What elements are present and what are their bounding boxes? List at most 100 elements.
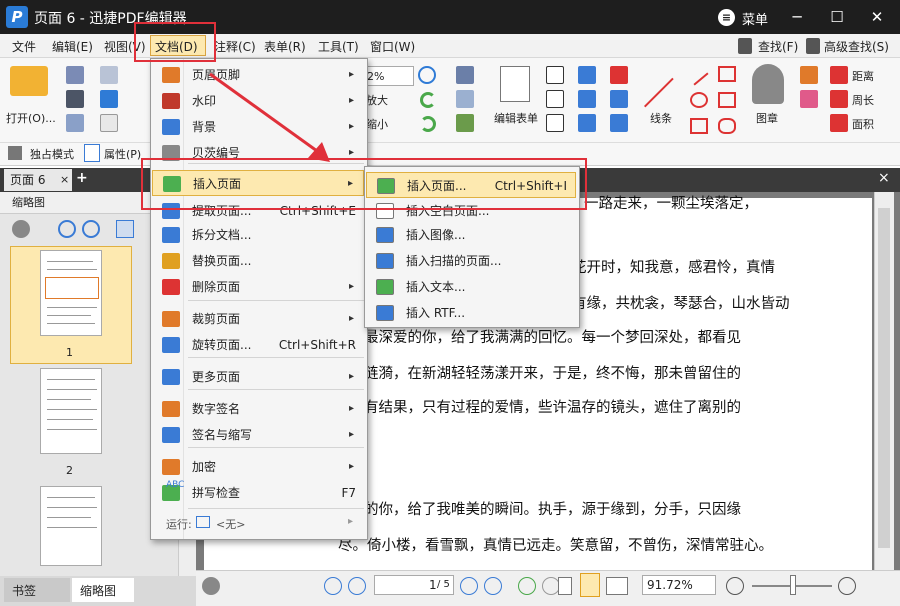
doc-menu-item[interactable]: 加密 ▸ bbox=[152, 454, 364, 480]
callout-icon[interactable] bbox=[546, 114, 564, 132]
thumbnail-page-1[interactable] bbox=[40, 250, 102, 336]
perimeter-icon[interactable] bbox=[830, 90, 848, 108]
prev-page-icon[interactable] bbox=[348, 577, 366, 595]
close-all-tabs-icon[interactable]: × bbox=[878, 170, 890, 186]
tab-close-icon[interactable]: × bbox=[60, 169, 69, 191]
single-page-icon[interactable] bbox=[558, 577, 572, 595]
scroll-thumb[interactable] bbox=[878, 208, 890, 548]
zoom-slider-handle[interactable] bbox=[790, 575, 796, 595]
note-icon[interactable] bbox=[610, 66, 628, 84]
find-icon[interactable] bbox=[738, 38, 752, 54]
advanced-find-icon[interactable] bbox=[806, 38, 820, 54]
insert-submenu-item[interactable]: 插入文本... bbox=[366, 274, 576, 300]
tab-bookmarks[interactable]: 书签 bbox=[4, 578, 70, 602]
arrow-icon[interactable] bbox=[693, 72, 709, 86]
zoom-out-status-icon[interactable] bbox=[726, 577, 744, 595]
select-icon[interactable] bbox=[456, 66, 474, 84]
print-icon[interactable] bbox=[66, 90, 84, 108]
zoom-in-label[interactable]: 放大 bbox=[366, 92, 388, 108]
page-number-input[interactable]: 1 / 5 bbox=[374, 575, 454, 595]
doc-menu-item[interactable]: 替换页面... bbox=[152, 248, 364, 274]
zoom-out-label[interactable]: 缩小 bbox=[366, 116, 388, 132]
continuous-page-icon[interactable] bbox=[580, 573, 600, 597]
text-field-icon[interactable] bbox=[546, 66, 564, 84]
zoom-select[interactable]: 2% bbox=[362, 66, 414, 86]
rotate-thumb-icon[interactable] bbox=[116, 220, 134, 238]
insert-submenu-item[interactable]: 插入 RTF... bbox=[366, 300, 576, 326]
area-label[interactable]: 面积 bbox=[852, 116, 874, 132]
zoom-in-icon[interactable] bbox=[418, 66, 436, 84]
eraser-icon[interactable] bbox=[800, 90, 818, 108]
new-doc-icon[interactable] bbox=[100, 114, 118, 132]
distance-label[interactable]: 距离 bbox=[852, 68, 874, 84]
menu-tools[interactable]: 工具(T) bbox=[318, 38, 359, 55]
properties-icon[interactable] bbox=[84, 144, 100, 162]
last-page-icon[interactable] bbox=[484, 577, 502, 595]
menu-comment[interactable]: 注释(C) bbox=[214, 38, 256, 55]
area-icon[interactable] bbox=[830, 114, 848, 132]
insert-submenu-item[interactable]: 插入扫描的页面... bbox=[366, 248, 576, 274]
exclusive-mode-label[interactable]: 独占模式 bbox=[30, 146, 74, 162]
close-button[interactable]: ✕ bbox=[864, 6, 890, 28]
ellipse-icon[interactable] bbox=[690, 92, 708, 108]
perimeter-label[interactable]: 周长 bbox=[852, 92, 874, 108]
zoom-in-status-icon[interactable] bbox=[838, 577, 856, 595]
polygon-icon[interactable] bbox=[718, 66, 736, 82]
doc-menu-item[interactable]: 数字签名 ▸ bbox=[152, 396, 364, 422]
advanced-find-button[interactable]: 高级查找(S) bbox=[824, 38, 889, 55]
pencil-icon[interactable] bbox=[800, 66, 818, 84]
maximize-button[interactable]: ☐ bbox=[824, 6, 850, 28]
doc-menu-item[interactable]: 删除页面 ▸ bbox=[152, 274, 364, 300]
line-icon[interactable] bbox=[644, 77, 674, 108]
doc-menu-item[interactable]: 签名与缩写 ▸ bbox=[152, 422, 364, 448]
menu-icon[interactable]: ≡ bbox=[718, 9, 735, 26]
settings-gear-icon[interactable] bbox=[202, 577, 220, 595]
email-icon[interactable] bbox=[100, 66, 118, 84]
gear-icon[interactable] bbox=[12, 220, 30, 238]
find-button[interactable]: 查找(F) bbox=[758, 38, 798, 55]
doc-menu-item[interactable]: 旋转页面... Ctrl+Shift+R bbox=[152, 332, 364, 358]
zoom-level-select[interactable]: 91.72% bbox=[642, 575, 716, 595]
first-page-icon[interactable] bbox=[324, 577, 342, 595]
menu-button-label[interactable]: 菜单 bbox=[742, 9, 768, 28]
minimize-button[interactable]: ─ bbox=[784, 6, 810, 28]
properties-label[interactable]: 属性(P) bbox=[104, 146, 141, 162]
stamp-icon[interactable] bbox=[752, 64, 784, 104]
strikeout-icon[interactable] bbox=[578, 90, 596, 108]
stamp-label[interactable]: 图章 bbox=[756, 110, 778, 126]
folder-icon[interactable] bbox=[10, 66, 48, 96]
back-icon[interactable] bbox=[518, 577, 536, 595]
doc-menu-item[interactable]: 拆分文档... bbox=[152, 222, 364, 248]
open-button-label[interactable]: 打开(O)... bbox=[6, 110, 56, 126]
cloud-icon[interactable] bbox=[718, 118, 736, 134]
attach-icon[interactable] bbox=[610, 90, 628, 108]
edit-form-label[interactable]: 编辑表单 bbox=[494, 110, 538, 126]
zoom-out-thumb-icon[interactable] bbox=[82, 220, 100, 238]
save-icon[interactable] bbox=[66, 66, 84, 84]
menu-form[interactable]: 表单(R) bbox=[264, 38, 306, 55]
polyline-icon[interactable] bbox=[718, 92, 736, 108]
thumbnail-viewport-box[interactable] bbox=[45, 277, 99, 299]
thumbnail-page-3[interactable] bbox=[40, 486, 102, 566]
rectangle-icon[interactable] bbox=[690, 118, 708, 134]
doc-menu-item[interactable]: 更多页面 ▸ bbox=[152, 364, 364, 390]
underline-icon[interactable] bbox=[578, 114, 596, 132]
tab-thumbnails[interactable]: 缩略图 bbox=[72, 578, 134, 602]
distance-icon[interactable] bbox=[830, 66, 848, 84]
scan-icon[interactable] bbox=[100, 90, 118, 108]
export-icon[interactable] bbox=[66, 114, 84, 132]
line-label[interactable]: 线条 bbox=[650, 110, 672, 126]
menu-edit[interactable]: 编辑(E) bbox=[52, 38, 93, 55]
next-page-icon[interactable] bbox=[460, 577, 478, 595]
add-tab-icon[interactable]: + bbox=[76, 170, 88, 186]
edit-form-icon[interactable] bbox=[500, 66, 530, 102]
doc-menu-item[interactable]: 裁剪页面 ▸ bbox=[152, 306, 364, 332]
sound-icon[interactable] bbox=[610, 114, 628, 132]
thumbnail-page-2[interactable] bbox=[40, 368, 102, 454]
typewriter-icon[interactable] bbox=[578, 66, 596, 84]
text-box-icon[interactable] bbox=[546, 90, 564, 108]
menu-window[interactable]: 窗口(W) bbox=[370, 38, 415, 55]
rotate-right-icon[interactable] bbox=[420, 116, 436, 132]
exclusive-mode-icon[interactable] bbox=[8, 146, 22, 160]
insert-image-icon[interactable] bbox=[456, 114, 474, 132]
